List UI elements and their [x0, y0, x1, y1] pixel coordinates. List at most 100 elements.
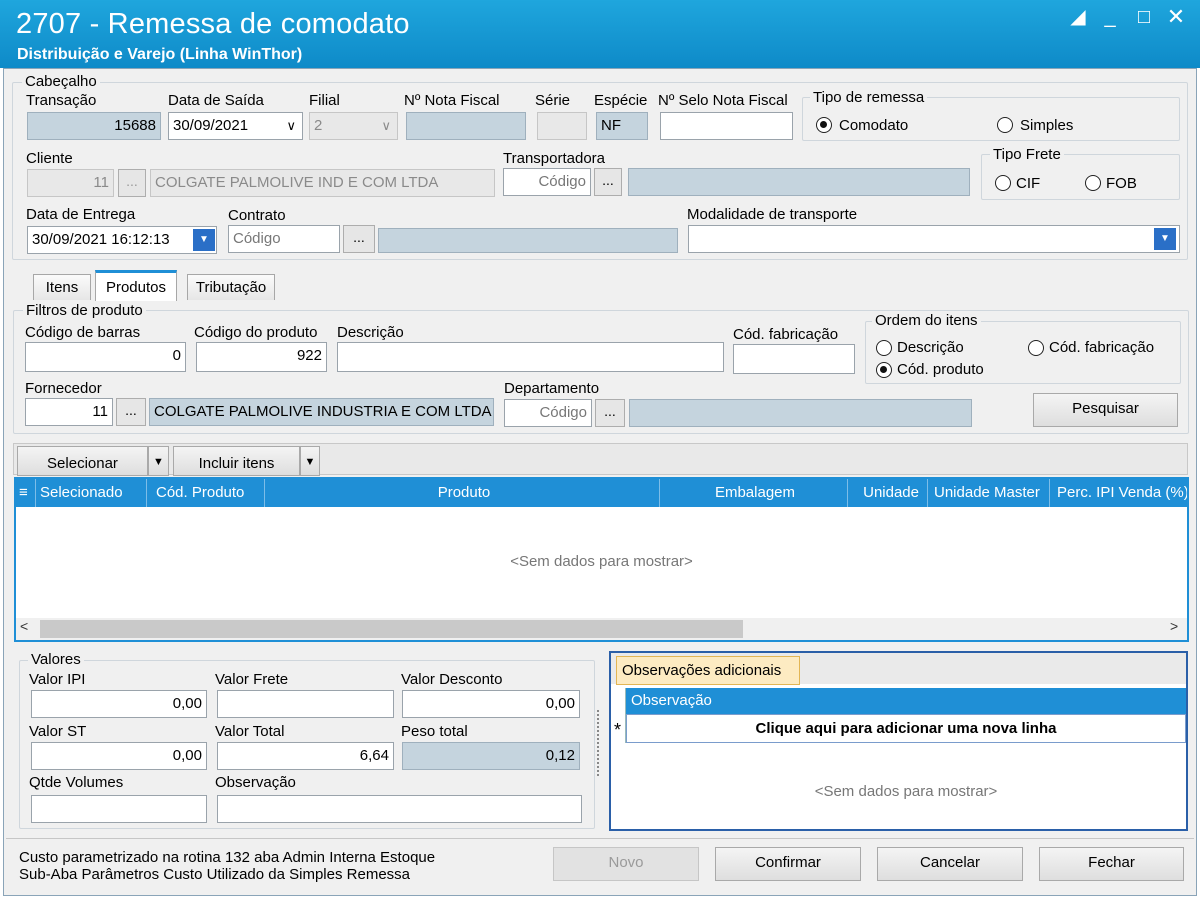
- col-produto[interactable]: Produto: [265, 479, 660, 507]
- novo-button[interactable]: Novo: [553, 847, 699, 881]
- contrato-lookup-button[interactable]: ...: [343, 225, 375, 253]
- contrato-name-field: [378, 228, 678, 253]
- col-embalagem[interactable]: Embalagem: [660, 479, 848, 507]
- descricao-label: Descrição: [337, 324, 404, 341]
- window-subtitle: Distribuição e Varejo (Linha WinThor): [17, 46, 303, 63]
- modalidade-select[interactable]: [688, 225, 1180, 253]
- departamento-lookup-button[interactable]: ...: [595, 399, 625, 427]
- cliente-label: Cliente: [26, 150, 73, 167]
- selo-field[interactable]: [660, 112, 793, 140]
- cif-radio[interactable]: [995, 175, 1011, 191]
- modalidade-dropdown-icon[interactable]: ▼: [1154, 228, 1176, 250]
- cliente-name-field: COLGATE PALMOLIVE IND E COM LTDA: [150, 169, 495, 197]
- codigo-produto-field[interactable]: 922: [196, 342, 327, 372]
- incluir-chevron-down-icon[interactable]: ▼: [300, 446, 320, 476]
- scroll-left-icon[interactable]: <: [20, 618, 28, 634]
- fechar-button[interactable]: Fechar: [1039, 847, 1184, 881]
- codigo-barras-field[interactable]: 0: [25, 342, 186, 372]
- serie-label: Série: [535, 92, 571, 109]
- ordem-cod-produto-radio[interactable]: [876, 362, 892, 378]
- scroll-right-icon[interactable]: >: [1170, 618, 1178, 634]
- valor-total-label: Valor Total: [215, 723, 285, 740]
- cod-fabricacao-field[interactable]: [733, 344, 855, 374]
- cancelar-button[interactable]: Cancelar: [877, 847, 1023, 881]
- data-entrega-label: Data de Entrega: [26, 206, 136, 223]
- filial-field[interactable]: 2 ∨: [309, 112, 398, 140]
- tab-produtos[interactable]: Produtos: [95, 270, 177, 301]
- header-group-label: Cabeçalho: [22, 73, 100, 90]
- valores-group-label: Valores: [28, 651, 84, 668]
- qtde-volumes-label: Qtde Volumes: [29, 774, 124, 791]
- obs-col-observacao[interactable]: Observação: [626, 688, 1186, 714]
- fornecedor-lookup-button[interactable]: ...: [116, 398, 146, 426]
- departamento-code-field[interactable]: Código: [504, 399, 592, 427]
- col-perc-ipi[interactable]: Perc. IPI Venda (%): [1050, 479, 1187, 507]
- filial-label: Filial: [309, 92, 340, 109]
- col-selecionado[interactable]: Selecionado: [36, 479, 147, 507]
- filial-value: 2: [314, 117, 323, 134]
- pesquisar-button[interactable]: Pesquisar: [1033, 393, 1178, 427]
- valor-ipi-field[interactable]: 0,00: [31, 690, 207, 718]
- selecionar-button[interactable]: Selecionar: [17, 446, 148, 476]
- close-icon[interactable]: ✕: [1164, 6, 1188, 30]
- selecionar-chevron-down-icon[interactable]: ▼: [148, 446, 169, 476]
- maximize-icon[interactable]: □: [1132, 6, 1156, 30]
- contrato-code-field[interactable]: Código: [228, 225, 340, 253]
- incluir-itens-button[interactable]: Incluir itens: [173, 446, 300, 476]
- confirmar-button[interactable]: Confirmar: [715, 847, 861, 881]
- filters-group-label: Filtros de produto: [23, 302, 146, 319]
- fob-radio[interactable]: [1085, 175, 1101, 191]
- grid-empty-message: <Sem dados para mostrar>: [510, 553, 693, 570]
- tab-observacoes[interactable]: Observações adicionais: [616, 656, 800, 685]
- valor-st-label: Valor ST: [29, 723, 87, 740]
- tipo-remessa-label: Tipo de remessa: [810, 89, 928, 106]
- new-row-marker: *: [614, 720, 622, 740]
- valor-st-field[interactable]: 0,00: [31, 742, 207, 770]
- col-unidade[interactable]: Unidade: [848, 479, 928, 507]
- cliente-lookup-button: ...: [118, 169, 146, 197]
- restore-icon[interactable]: ◢: [1066, 6, 1090, 30]
- col-unidade-master[interactable]: Unidade Master: [928, 479, 1050, 507]
- observacao-field[interactable]: [217, 795, 582, 823]
- add-row-prompt[interactable]: Clique aqui para adicionar uma nova linh…: [626, 714, 1186, 743]
- nota-fiscal-field: [406, 112, 526, 140]
- especie-label: Espécie: [594, 92, 648, 109]
- descricao-field[interactable]: [337, 342, 724, 372]
- obs-empty-message: <Sem dados para mostrar>: [814, 783, 998, 800]
- selo-label: Nº Selo Nota Fiscal: [658, 92, 788, 109]
- ordem-cod-fabricacao-radio[interactable]: [1028, 340, 1044, 356]
- scrollbar-thumb[interactable]: [40, 620, 743, 638]
- comodato-radio[interactable]: [816, 117, 832, 133]
- chevron-down-icon[interactable]: ∨: [286, 113, 296, 139]
- data-entrega-dropdown-icon[interactable]: ▼: [193, 229, 215, 251]
- valor-desconto-label: Valor Desconto: [401, 671, 503, 688]
- fornecedor-code-field[interactable]: 11: [25, 398, 113, 426]
- splitter-handle[interactable]: [597, 710, 603, 776]
- qtde-volumes-field[interactable]: [31, 795, 207, 823]
- ordem-label: Ordem do itens: [872, 312, 981, 329]
- simples-radio[interactable]: [997, 117, 1013, 133]
- col-cod-produto[interactable]: Cód. Produto: [147, 479, 265, 507]
- valor-frete-field[interactable]: [217, 690, 394, 718]
- transportadora-name-field: [628, 168, 970, 196]
- tab-tributacao[interactable]: Tributação: [187, 274, 275, 300]
- ordem-cod-fabricacao-label: Cód. fabricação: [1049, 339, 1155, 356]
- data-saida-value: 30/09/2021: [173, 117, 249, 134]
- tipo-frete-label: Tipo Frete: [990, 146, 1064, 163]
- valor-total-field[interactable]: 6,64: [217, 742, 394, 770]
- minimize-icon[interactable]: _: [1098, 6, 1122, 30]
- observacao-label: Observação: [215, 774, 296, 791]
- transportadora-lookup-button[interactable]: ...: [594, 168, 622, 196]
- footer-divider: [6, 838, 1194, 839]
- tab-itens[interactable]: Itens: [33, 274, 91, 300]
- transportadora-label: Transportadora: [503, 150, 605, 167]
- valor-desconto-field[interactable]: 0,00: [402, 690, 580, 718]
- codigo-produto-label: Código do produto: [194, 324, 318, 341]
- column-chooser-icon[interactable]: ≡: [16, 479, 36, 507]
- serie-field: [537, 112, 587, 140]
- footer-note-line-2: Sub-Aba Parâmetros Custo Utilizado da Si…: [19, 866, 411, 883]
- ordem-descricao-radio[interactable]: [876, 340, 892, 356]
- data-entrega-field[interactable]: 30/09/2021 16:12:13: [27, 226, 217, 254]
- transportadora-code-field[interactable]: Código: [503, 168, 591, 196]
- data-saida-field[interactable]: 30/09/2021 ∨: [168, 112, 303, 140]
